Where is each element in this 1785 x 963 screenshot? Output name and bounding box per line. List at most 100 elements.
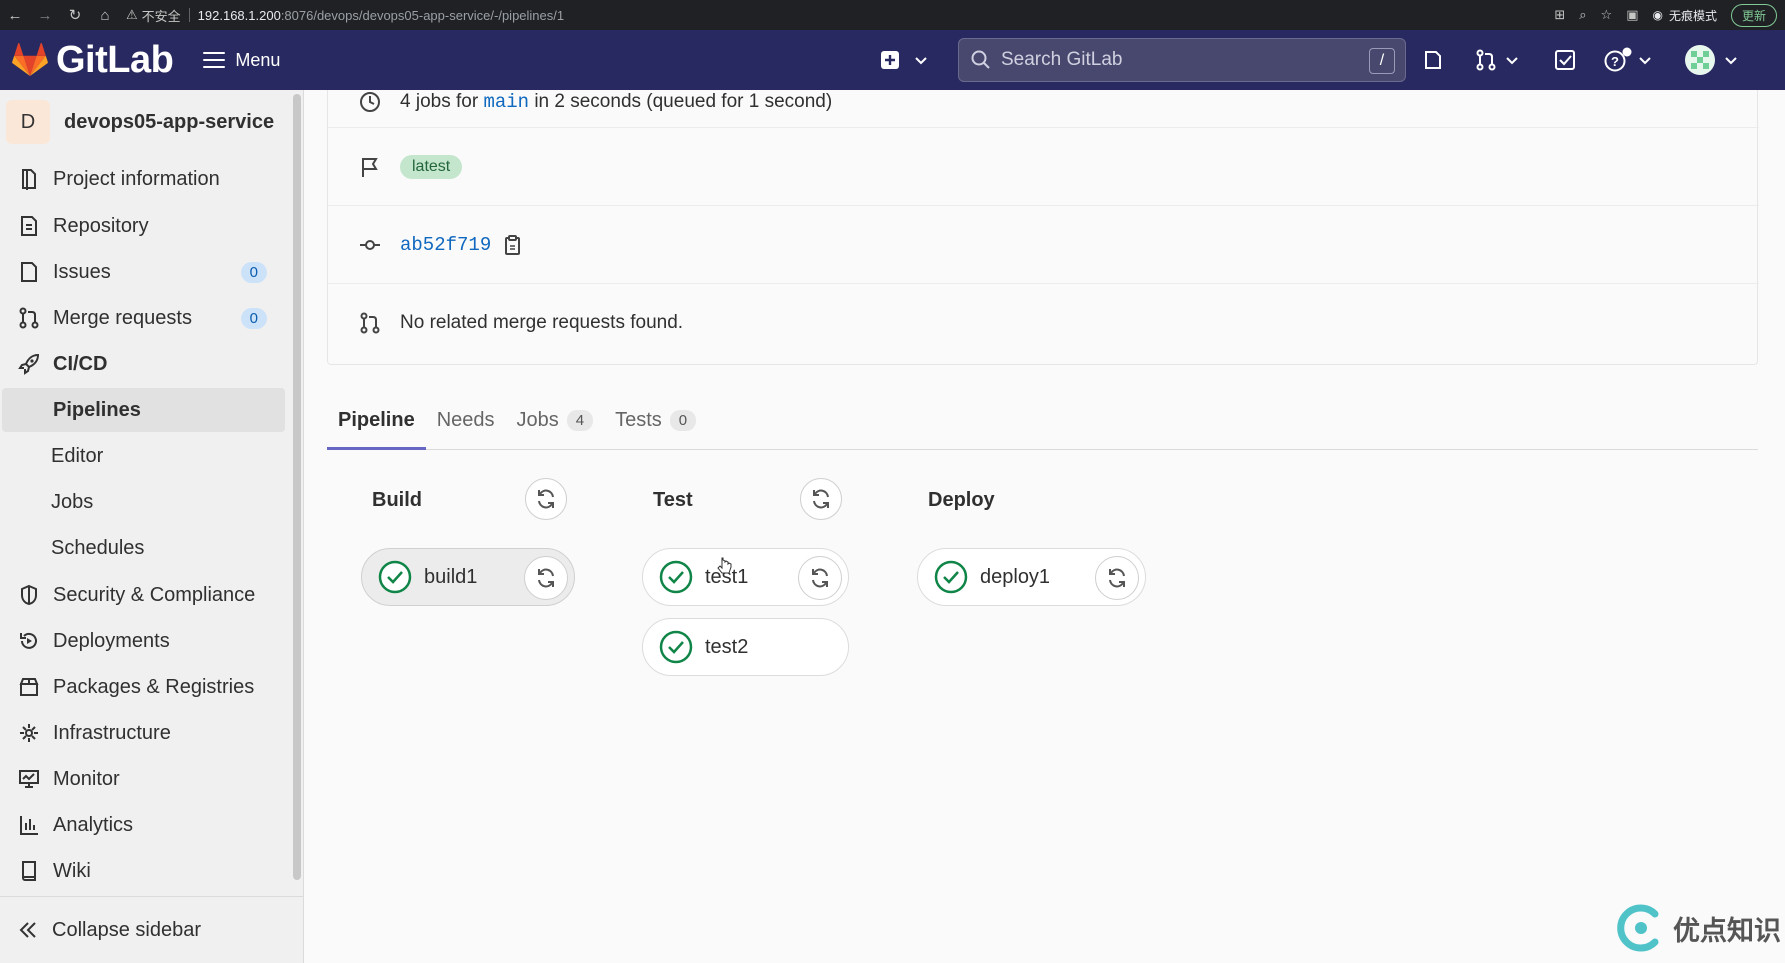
tab-label: Pipeline <box>338 408 415 431</box>
retry-job-build1-button[interactable] <box>524 556 568 600</box>
collapse-sidebar-label: Collapse sidebar <box>52 918 201 941</box>
clock-icon <box>357 91 383 113</box>
sidebar-item-merge-requests[interactable]: Merge requests 0 <box>0 296 285 340</box>
sidebar-item-wiki[interactable]: Wiki <box>0 849 285 893</box>
tab-pipeline[interactable]: Pipeline <box>327 391 426 450</box>
home-icon[interactable]: ⌂ <box>90 0 120 30</box>
job-name: build1 <box>424 565 478 588</box>
sidebar-item-security-compliance[interactable]: Security & Compliance <box>0 573 285 617</box>
todo-check-icon <box>1555 50 1575 70</box>
no-merge-requests-text: No related merge requests found. <box>400 312 684 333</box>
sidebar-subitem-schedules[interactable]: Schedules <box>0 526 285 570</box>
deployments-icon <box>17 629 41 653</box>
sidebar-item-repository[interactable]: Repository <box>0 204 285 248</box>
hamburger-icon <box>203 52 226 68</box>
sidebar-item-issues[interactable]: Issues 0 <box>0 250 285 294</box>
project-name: devops05-app-service <box>64 110 275 133</box>
sidebar-subitem-pipelines[interactable]: Pipelines <box>2 388 285 432</box>
menu-label: Menu <box>235 49 281 70</box>
project-avatar: D <box>6 100 50 144</box>
sidebar-item-label: Infrastructure <box>53 721 171 744</box>
sidebar-item-label: Security & Compliance <box>53 583 256 606</box>
incognito-icon: ◉ <box>1652 8 1663 22</box>
success-status-icon <box>659 560 693 594</box>
address-bar[interactable]: 192.168.1.200:8076/devops/devops05-app-s… <box>198 8 564 23</box>
copy-clipboard-icon[interactable] <box>503 234 523 256</box>
sidebar-item-packages-registries[interactable]: Packages & Registries <box>0 665 285 709</box>
chevron-down-icon <box>1725 57 1737 65</box>
sidebar-item-monitor[interactable]: Monitor <box>0 757 285 801</box>
branch-link[interactable]: main <box>483 91 529 113</box>
avatar <box>1685 45 1715 75</box>
collapse-sidebar-button[interactable]: Collapse sidebar <box>0 896 304 963</box>
reload-icon[interactable]: ↻ <box>60 0 90 30</box>
tab-jobs[interactable]: Jobs 4 <box>506 391 605 449</box>
translate-icon[interactable]: ⊞ <box>1554 7 1565 23</box>
bookmark-star-icon[interactable]: ☆ <box>1601 7 1613 23</box>
retry-job-deploy1-button[interactable] <box>1095 556 1139 600</box>
job-build1[interactable]: build1 <box>361 548 575 606</box>
sidebar-project-link[interactable]: D devops05-app-service <box>6 100 274 144</box>
watermark-c-icon <box>1617 904 1659 952</box>
package-icon <box>17 675 41 699</box>
commit-sha-link[interactable]: ab52f719 <box>400 234 491 256</box>
retry-job-test1-button[interactable] <box>798 556 842 600</box>
plus-square-icon <box>881 51 899 69</box>
sidebar-item-cicd[interactable]: CI/CD <box>0 342 285 386</box>
watermark-text: 优点知识 <box>1673 915 1781 946</box>
update-button[interactable]: 更新 <box>1730 3 1777 27</box>
retry-icon <box>812 568 828 588</box>
sidebar-item-label: Issues <box>53 260 111 283</box>
sidebar-item-deployments[interactable]: Deployments <box>0 619 285 663</box>
issues-count-badge: 0 <box>240 261 267 283</box>
merge-request-icon <box>17 306 41 330</box>
success-status-icon <box>378 560 412 594</box>
sidebar-item-label: CI/CD <box>53 352 108 375</box>
sidebar-item-label: Monitor <box>53 767 120 790</box>
sidepanel-icon[interactable]: ▣ <box>1626 7 1638 23</box>
jobs-summary-suffix: in 2 seconds (queued for 1 second) <box>534 90 833 112</box>
retry-stage-test-button[interactable] <box>800 478 842 520</box>
sidebar-subitem-jobs[interactable]: Jobs <box>0 480 285 524</box>
incognito-indicator[interactable]: ◉ 无痕模式 <box>1652 7 1717 24</box>
merge-request-icon <box>357 312 383 334</box>
job-test1[interactable]: test1 <box>642 548 849 606</box>
related-merge-requests-row: No related merge requests found. <box>328 284 1759 362</box>
tab-label: Needs <box>436 408 495 431</box>
jobs-count-badge: 4 <box>566 409 594 431</box>
latest-badge: latest <box>400 154 463 179</box>
job-name: test2 <box>705 635 749 658</box>
gitlab-home-link[interactable]: GitLab <box>12 38 174 82</box>
shield-icon <box>17 583 41 607</box>
menu-button[interactable]: Menu <box>203 50 280 71</box>
svg-text:?: ? <box>1611 54 1619 69</box>
job-test2[interactable]: test2 <box>642 618 849 676</box>
sidebar-item-label: Merge requests <box>53 306 192 329</box>
address-divider <box>188 8 190 22</box>
pipeline-info-card: 4 jobs for main in 2 seconds (queued for… <box>327 90 1759 365</box>
search-shortcut-key: / <box>1369 48 1395 74</box>
infrastructure-icon <box>17 721 41 745</box>
retry-icon <box>1109 568 1125 588</box>
flag-icon <box>357 156 383 178</box>
back-icon[interactable]: ← <box>0 0 30 30</box>
tab-tests[interactable]: Tests 0 <box>604 391 707 449</box>
job-deploy1[interactable]: deploy1 <box>917 548 1146 606</box>
sidebar-scrollbar[interactable] <box>293 94 301 880</box>
incognito-label: 无痕模式 <box>1668 8 1717 23</box>
sidebar-item-project-information[interactable]: Project information <box>0 157 285 201</box>
sidebar-item-analytics[interactable]: Analytics <box>0 803 285 847</box>
stage-title-build: Build <box>372 489 422 511</box>
security-indicator[interactable]: ⚠ 不安全 <box>126 6 181 25</box>
retry-icon <box>538 489 554 509</box>
rocket-icon <box>17 352 41 376</box>
retry-stage-build-button[interactable] <box>525 478 567 520</box>
sidebar-subitem-editor[interactable]: Editor <box>0 434 285 478</box>
sidebar-item-label: Packages & Registries <box>53 675 255 698</box>
gitlab-wordmark: GitLab <box>56 38 174 81</box>
retry-icon <box>813 489 829 509</box>
forward-icon[interactable]: → <box>30 0 60 30</box>
tab-needs[interactable]: Needs <box>426 391 506 449</box>
zoom-icon[interactable]: ⌕ <box>1579 7 1586 23</box>
sidebar-item-infrastructure[interactable]: Infrastructure <box>0 711 285 755</box>
